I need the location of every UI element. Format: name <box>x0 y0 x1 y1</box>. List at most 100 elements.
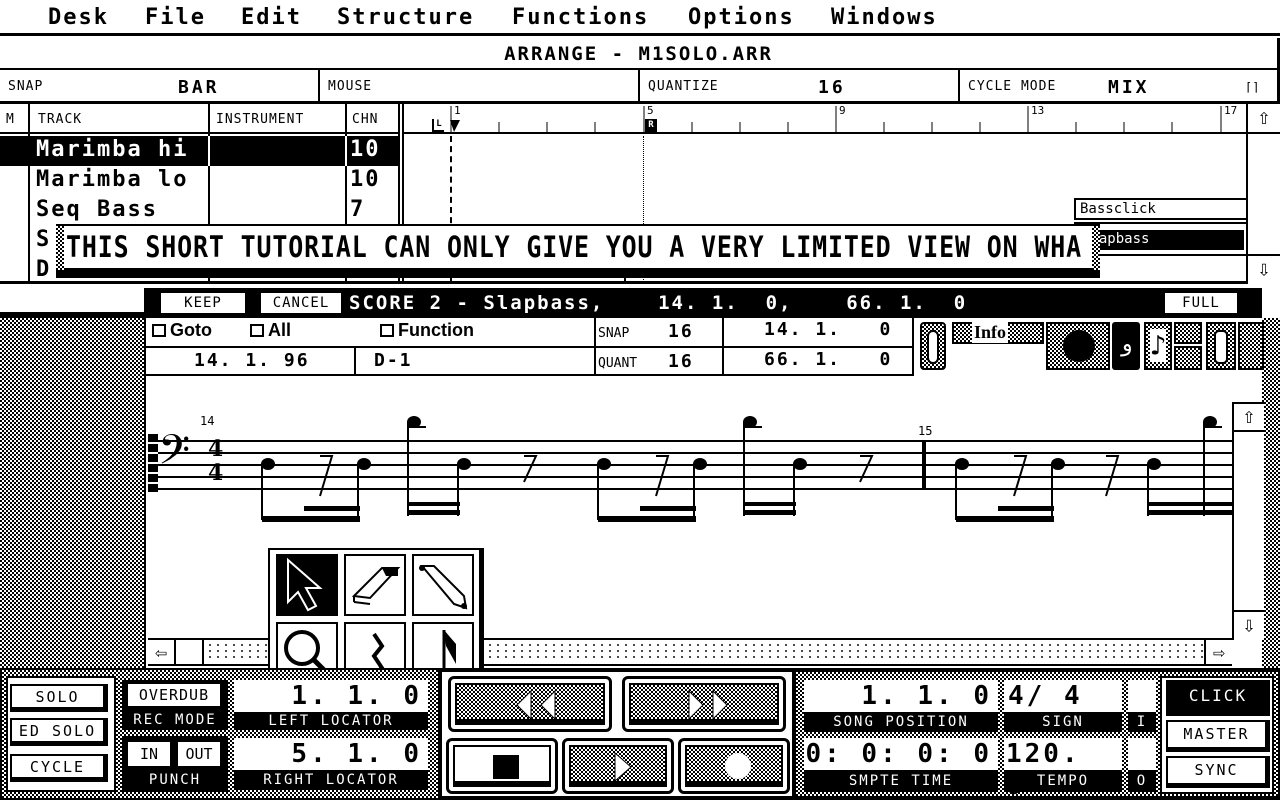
solo-button[interactable]: SOLO <box>10 684 108 712</box>
score-end-position[interactable]: 66. 1. 0 <box>764 349 892 370</box>
menu-functions[interactable]: Functions <box>512 5 649 30</box>
menu-structure[interactable]: Structure <box>337 5 474 30</box>
midi-plug-icon[interactable] <box>1046 322 1110 370</box>
arrange-window-title[interactable]: ARRANGE - M1SOLO.ARR <box>0 38 1280 70</box>
all-menu-icon[interactable] <box>250 324 264 337</box>
pattern-name: Bassclick <box>1080 201 1156 217</box>
menu-file[interactable]: File <box>145 5 206 30</box>
arrange-vscrollbar[interactable]: ⇧ ⇩ <box>1246 104 1280 284</box>
col-mute-header: M <box>6 112 15 127</box>
insert-icon[interactable] <box>1238 322 1264 370</box>
ed-solo-button[interactable]: ED SOLO <box>10 718 108 746</box>
record-button[interactable] <box>678 738 790 794</box>
scroll-right-arrow-icon[interactable]: ⇨ <box>1204 640 1232 664</box>
track-row[interactable]: Marimba lo 10 <box>0 166 398 196</box>
punch-in-button[interactable]: IN <box>126 740 172 768</box>
tempo-display[interactable]: 120. 0 <box>1004 738 1122 800</box>
menu-windows[interactable]: Windows <box>831 5 938 30</box>
note-head[interactable] <box>793 458 807 470</box>
eraser-tool-icon[interactable] <box>344 554 406 616</box>
goto-menu[interactable]: Goto <box>170 320 212 341</box>
rewind-button[interactable] <box>448 676 612 732</box>
stop-button[interactable] <box>446 738 558 794</box>
note-position[interactable]: 14. 1. 96 <box>194 350 310 371</box>
smpte-time-display[interactable]: 0: 0: 0: 0 <box>804 738 998 770</box>
note-head[interactable] <box>1051 458 1065 470</box>
snap-label: SNAP <box>8 79 44 94</box>
scroll-up-arrow-icon[interactable]: ⇧ <box>1248 104 1280 134</box>
transpose-up-icon[interactable] <box>1174 346 1202 370</box>
menu-desk[interactable]: Desk <box>48 5 109 30</box>
score-window-titlebar[interactable]: KEEP CANCEL SCORE 2 - Slapbass, 14. 1. 0… <box>144 288 1262 318</box>
pointer-tool-icon[interactable] <box>276 554 338 616</box>
bar-ruler[interactable]: 1 5 9 13 17 L R <box>404 104 1246 134</box>
ruler-bar-label: 1 <box>454 104 461 117</box>
note-head[interactable] <box>597 458 611 470</box>
col-channel-header: CHN <box>352 112 379 127</box>
resize-icon[interactable]: ⌈⌉ <box>1245 80 1259 94</box>
tempo-label: TEMPO <box>1004 770 1122 792</box>
left-locator-display[interactable]: 1. 1. 0 <box>234 680 428 712</box>
right-locator-marker[interactable]: R <box>645 119 657 132</box>
full-button[interactable]: FULL <box>1165 293 1237 313</box>
ear-icon[interactable]: و <box>1112 322 1140 370</box>
cancel-button[interactable]: CANCEL <box>261 293 341 313</box>
menu-edit[interactable]: Edit <box>241 5 302 30</box>
scroll-down-arrow-icon[interactable]: ⇩ <box>1248 254 1280 284</box>
quantize-field[interactable]: QUANTIZE 16 <box>640 70 960 104</box>
score-start-position[interactable]: 14. 1. 0 <box>764 319 892 340</box>
note-beam <box>998 506 1054 511</box>
goto-menu-icon[interactable] <box>152 324 166 337</box>
time-signature-label: SIGN <box>1004 712 1122 732</box>
score-quant-value[interactable]: 16 <box>668 351 694 372</box>
note-head[interactable] <box>261 458 275 470</box>
click-button[interactable]: CLICK <box>1166 680 1270 716</box>
rest-sixteenth <box>319 455 334 497</box>
info-label: Info <box>972 322 1009 343</box>
song-position-display[interactable]: 1. 1. 0 <box>804 680 998 712</box>
scroll-down-arrow-icon[interactable]: ⇩ <box>1234 610 1264 640</box>
tutorial-banner: THIS SHORT TUTORIAL CAN ONLY GIVE YOU A … <box>56 224 1100 278</box>
paperclip-icon[interactable] <box>920 322 946 370</box>
fast-forward-button[interactable] <box>622 676 786 732</box>
overdub-button[interactable]: OVERDUB <box>126 682 222 708</box>
note-head[interactable] <box>955 458 969 470</box>
score-vscrollbar[interactable]: ⇧ ⇩ <box>1232 402 1264 640</box>
pencil-tool-icon[interactable] <box>412 554 474 616</box>
master-button[interactable]: MASTER <box>1166 720 1270 752</box>
function-menu-icon[interactable] <box>380 324 394 337</box>
scroll-left-arrow-icon[interactable]: ⇦ <box>148 640 176 664</box>
punch-out-button[interactable]: OUT <box>176 740 222 768</box>
transpose-down-icon[interactable] <box>1174 322 1202 344</box>
menu-options[interactable]: Options <box>688 5 795 30</box>
left-locator-marker[interactable]: L <box>432 119 444 132</box>
track-channel: 10 <box>350 167 381 192</box>
cycle-mode-field[interactable]: CYCLE MODE MIX ⌈⌉ <box>960 70 1280 104</box>
scroll-thumb[interactable] <box>176 640 204 664</box>
snap-field[interactable]: SNAP BAR <box>0 70 320 104</box>
score-notes[interactable] <box>146 406 1246 536</box>
note-pitch[interactable]: D-1 <box>374 350 413 371</box>
keep-button[interactable]: KEEP <box>161 293 245 313</box>
cycle-button[interactable]: CYCLE <box>10 754 108 782</box>
desktop-background-right <box>1262 318 1280 668</box>
score-quant-label: QUANT <box>598 356 638 371</box>
play-button[interactable] <box>562 738 674 794</box>
all-menu[interactable]: All <box>268 320 291 341</box>
note-head[interactable] <box>457 458 471 470</box>
note-head[interactable] <box>693 458 707 470</box>
right-locator-display[interactable]: 5. 1. 0 <box>234 738 428 770</box>
function-menu[interactable]: Function <box>398 320 474 341</box>
note-head[interactable] <box>357 458 371 470</box>
note-icon[interactable]: ♪ <box>1144 322 1172 370</box>
note-head[interactable] <box>1147 458 1161 470</box>
scroll-up-arrow-icon[interactable]: ⇧ <box>1234 402 1264 432</box>
track-row[interactable]: Seq Bass 7 <box>0 196 398 226</box>
pattern-block[interactable]: Bassclick <box>1074 198 1246 220</box>
foot-icon[interactable] <box>1206 322 1236 370</box>
sync-button[interactable]: SYNC <box>1166 756 1270 788</box>
time-signature-display[interactable]: 4/ 4 <box>1004 680 1122 712</box>
info-button[interactable]: Info <box>952 322 1044 344</box>
score-snap-value[interactable]: 16 <box>668 321 694 342</box>
track-row[interactable]: Marimba hi 10 <box>0 136 398 166</box>
